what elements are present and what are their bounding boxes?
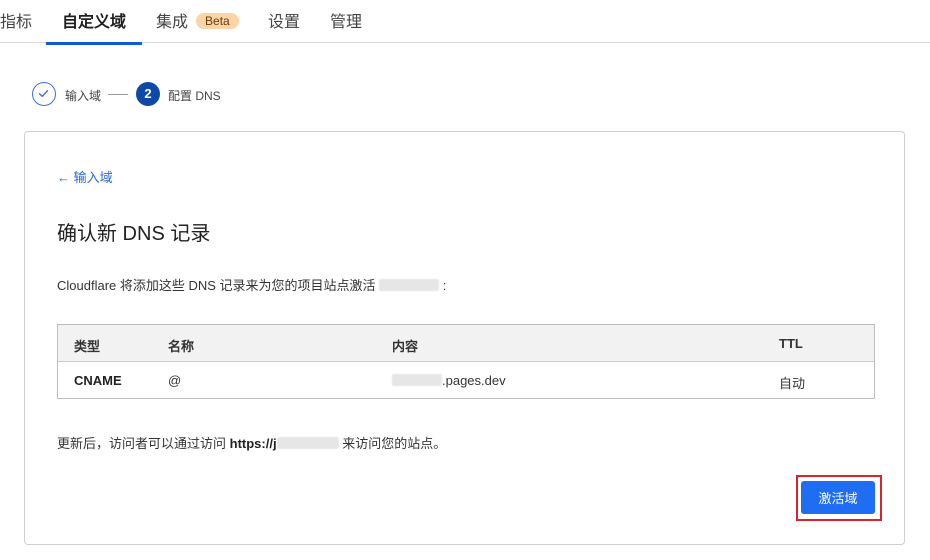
description-suffix: : [442,278,447,293]
tab-integrations[interactable]: 集成 Beta [156,8,239,42]
header-ttl: TTL [779,336,803,351]
table-header: 类型 名称 内容 TTL [58,325,874,362]
tab-integrations-label: 集成 [156,14,189,31]
description-text: Cloudflare 将添加这些 DNS 记录来为您的项目站点激活 [57,278,376,293]
redacted-domain [379,279,440,291]
tab-metrics[interactable]: 指标 [0,8,32,42]
step-2-label: 配置 DNS [168,89,221,103]
tab-settings[interactable]: 设置 [268,8,300,42]
footnote-prefix: 更新后，访问者可以通过访问 [57,436,227,451]
tab-custom-domains[interactable]: 自定义域 [46,8,143,45]
step-1-check-icon [32,82,56,106]
header-type: 类型 [74,339,101,354]
footnote-suffix: 来访问您的站点。 [342,436,447,451]
step-2-number: 2 [136,82,160,106]
record-content: .pages.dev [392,373,506,388]
dns-records-table: 类型 名称 内容 TTL CNAME @ .pages.dev 自动 [57,324,875,399]
beta-badge: Beta [196,13,239,29]
header-content: 内容 [392,339,419,354]
record-type: CNAME [74,373,122,388]
record-name: @ [168,373,182,388]
description: Cloudflare 将添加这些 DNS 记录来为您的项目站点激活 : [57,275,446,294]
step-connector [108,94,128,95]
tab-bar: 指标 自定义域 集成 Beta 设置 管理 [0,0,930,45]
step-1-label: 输入域 [65,89,102,103]
dns-confirm-card: ← 输入域 确认新 DNS 记录 Cloudflare 将添加这些 DNS 记录… [24,131,905,545]
redacted-subdomain [392,374,442,386]
page-title: 确认新 DNS 记录 [57,223,211,245]
activate-domain-button[interactable]: 激活域 [801,481,875,514]
tab-manage[interactable]: 管理 [330,8,362,42]
header-name: 名称 [168,339,195,354]
site-url: https://j [229,436,277,451]
record-content-suffix: .pages.dev [442,373,506,388]
redacted-url [276,437,339,449]
back-to-enter-domain-link[interactable]: ← 输入域 [57,167,113,186]
record-ttl: 自动 [779,376,806,391]
footnote: 更新后，访问者可以通过访问 https://j 来访问您的站点。 [57,433,446,452]
